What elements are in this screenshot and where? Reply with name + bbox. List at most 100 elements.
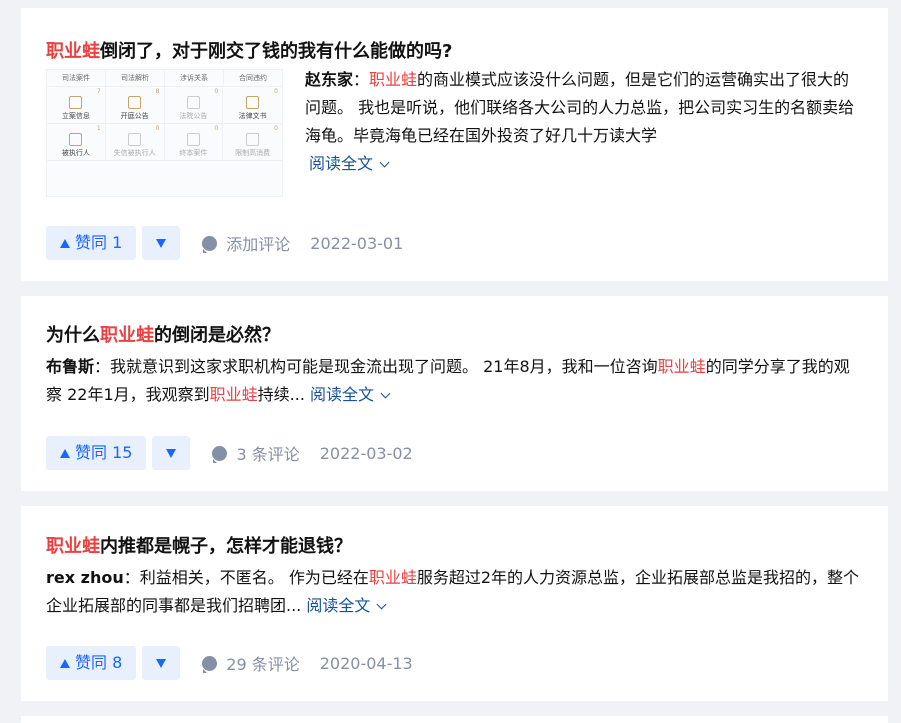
answer-excerpt[interactable]: 赵东家：职业蛙的商业模式应该没什么问题，但是它们的运营确实出了很大的问题。 我也… — [305, 66, 863, 197]
title-highlight: 职业蛙 — [46, 41, 100, 62]
triangle-up-icon — [60, 238, 70, 248]
thumb-tab: 司法案件 — [47, 70, 106, 86]
excerpt-highlight: 职业蛙 — [657, 357, 706, 376]
upvote-label: 赞同 15 — [75, 443, 133, 462]
comment-label: 29 条评论 — [226, 655, 300, 674]
thumb-cell: 1 被执行人 — [47, 124, 106, 161]
scales-icon — [246, 96, 260, 109]
excerpt-text: 我就意识到这家求职机构可能是现金流出现了问题。 21年8月，我和一位咨询 — [110, 357, 658, 376]
answer-card-3: 职业蛙内推都是幌子，怎样才能退钱？ rex zhou：利益相关，不匿名。 作为已… — [21, 506, 888, 701]
thumb-label: 法院公告 — [179, 112, 208, 120]
answer-card-2: 为什么职业蛙的倒闭是必然？ 布鲁斯：我就意识到这家求职机构可能是现金流出现了问题… — [21, 296, 888, 491]
thumb-label: 被执行人 — [61, 149, 90, 157]
answer-thumbnail[interactable]: 司法案件 司法解析 涉诉关系 合同违约 7 立案信息 8 开庭公告 0 法院公告 0法… — [46, 69, 283, 197]
document-icon — [69, 96, 83, 109]
chevron-down-icon — [380, 388, 391, 399]
thumb-label: 法律文书 — [238, 112, 267, 120]
author-name[interactable]: rex zhou — [46, 568, 124, 587]
excerpt-highlight: 职业蛙 — [368, 568, 417, 587]
thumb-label: 开庭公告 — [120, 112, 149, 120]
upvote-button[interactable]: 赞同 8 — [46, 646, 137, 680]
triangle-up-icon — [60, 658, 70, 668]
title-text: 内推都是幌子，怎样才能退钱？ — [100, 536, 352, 557]
title-text: 的倒闭是必然？ — [154, 325, 280, 346]
author-name[interactable]: 赵东家 — [305, 70, 353, 89]
answer-date: 2022-03-02 — [319, 443, 413, 463]
notice-icon — [186, 96, 200, 109]
thumb-cell: 7 立案信息 — [47, 87, 106, 124]
comment-button[interactable]: 添加评论 — [202, 231, 290, 255]
read-more-button[interactable]: 阅读全文 — [309, 154, 390, 173]
comment-label: 3 条评论 — [236, 445, 300, 464]
excerpt-highlight: 职业蛙 — [369, 70, 418, 89]
title-text: 倒闭了，对于刚交了钱的我有什么能做的吗? — [100, 41, 453, 62]
answer-card-1: 职业蛙倒闭了，对于刚交了钱的我有什么能做的吗? 司法案件 司法解析 涉诉关系 合… — [21, 8, 888, 281]
read-more-label: 阅读全文 — [309, 154, 374, 173]
thumb-num: 0 — [274, 88, 278, 95]
comment-icon — [212, 445, 228, 463]
downvote-button[interactable] — [142, 226, 181, 260]
excerpt-text: 利益相关，不匿名。 作为已经在 — [139, 568, 369, 587]
author-name[interactable]: 布鲁斯 — [46, 357, 94, 376]
thumb-tab: 合同违约 — [239, 74, 267, 82]
answer-card-4 — [21, 716, 888, 723]
author-sep: ： — [94, 357, 111, 376]
read-more-label: 阅读全文 — [306, 596, 371, 615]
thumb-cell: 0 失信被执行人 — [105, 124, 165, 161]
downvote-button[interactable] — [142, 646, 181, 680]
answer-date: 2020-04-13 — [319, 653, 413, 673]
author-sep: ： — [353, 70, 370, 89]
chevron-down-icon — [376, 599, 387, 610]
read-more-button[interactable]: 阅读全文 — [310, 385, 391, 404]
author-sep: ： — [123, 568, 140, 587]
question-title[interactable]: 职业蛙内推都是幌子，怎样才能退钱？ — [46, 506, 863, 560]
thumb-cell: 8 开庭公告 — [105, 87, 165, 124]
read-more-label: 阅读全文 — [310, 385, 375, 404]
thumb-cell: 0 法律文书 — [223, 87, 282, 124]
chevron-down-icon — [379, 157, 390, 168]
thumb-cell: 0 限制高消费 — [223, 124, 282, 161]
person-icon — [69, 133, 83, 146]
question-title[interactable]: 为什么职业蛙的倒闭是必然？ — [46, 296, 863, 349]
comment-icon — [202, 655, 218, 673]
downvote-button[interactable] — [152, 436, 191, 470]
person-x-icon — [128, 133, 142, 146]
folder-icon — [186, 133, 200, 146]
thumb-num: 0 — [214, 88, 219, 95]
thumb-tab: 司法解析 — [106, 70, 165, 86]
upvote-button[interactable]: 赞同 1 — [46, 226, 137, 260]
ban-icon — [246, 133, 260, 146]
triangle-down-icon — [166, 448, 177, 458]
thumb-tab: 涉诉关系 — [165, 70, 224, 86]
thumb-num: 7 — [96, 88, 101, 95]
title-highlight: 职业蛙 — [46, 536, 100, 557]
title-prefix: 为什么 — [46, 325, 100, 346]
thumb-label: 终本案件 — [179, 149, 208, 157]
triangle-down-icon — [156, 238, 167, 248]
title-highlight: 职业蛙 — [100, 325, 154, 346]
thumb-num: 0 — [214, 125, 219, 132]
comment-button[interactable]: 3 条评论 — [212, 441, 300, 465]
upvote-button[interactable]: 赞同 15 — [46, 436, 147, 470]
answer-date: 2022-03-01 — [310, 233, 404, 253]
thumb-label: 失信被执行人 — [113, 149, 156, 157]
thumb-cell: 0 法院公告 — [164, 87, 224, 124]
thumb-num: 0 — [274, 125, 278, 132]
thumb-label: 限制高消费 — [235, 149, 271, 157]
read-more-button[interactable]: 阅读全文 — [306, 596, 387, 615]
thumb-num: 1 — [96, 125, 101, 132]
comment-button[interactable]: 29 条评论 — [202, 651, 300, 675]
triangle-up-icon — [60, 448, 70, 458]
thumb-cell: 0 终本案件 — [164, 124, 224, 161]
upvote-label: 赞同 1 — [75, 233, 123, 252]
excerpt-text: 持续... — [257, 385, 305, 404]
answer-excerpt[interactable]: rex zhou：利益相关，不匿名。 作为已经在职业蛙服务超过2年的人力资源总监… — [46, 564, 861, 620]
comment-icon — [202, 235, 218, 253]
calendar-icon — [128, 96, 142, 109]
thumb-num: 0 — [155, 125, 160, 132]
answer-excerpt[interactable]: 布鲁斯：我就意识到这家求职机构可能是现金流出现了问题。 21年8月，我和一位咨询… — [46, 353, 861, 409]
thumb-label: 立案信息 — [61, 112, 90, 120]
question-title[interactable]: 职业蛙倒闭了，对于刚交了钱的我有什么能做的吗? — [46, 8, 863, 65]
upvote-label: 赞同 8 — [75, 653, 123, 672]
thumb-num: 8 — [155, 88, 160, 95]
